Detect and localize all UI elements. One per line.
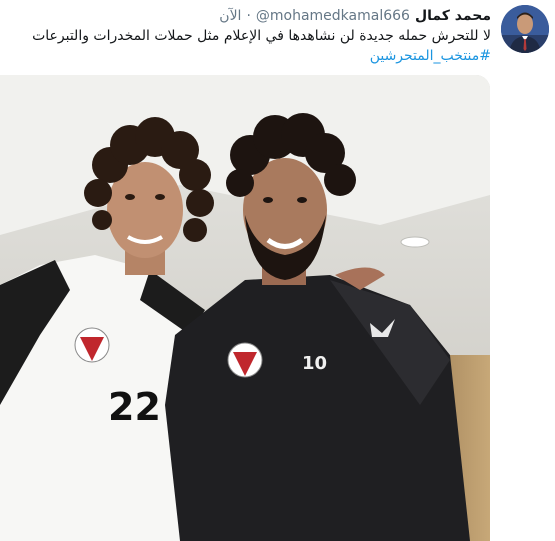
author-display-name[interactable]: محمد كمال xyxy=(415,7,491,25)
tweet-text: لا للتحرش حمله جديدة لن نشاهدها في الإعل… xyxy=(21,26,491,66)
tweet-header: محمد كمال @mohamedkamal666 · الآن xyxy=(219,7,491,25)
hashtag-link[interactable]: #منتخب_المتحرشين xyxy=(370,48,491,64)
author-handle[interactable]: @mohamedkamal666 xyxy=(256,7,410,25)
right-jersey-number: 10 xyxy=(302,353,327,374)
tweet-text-line: لا للتحرش حمله جديدة لن نشاهدها في الإعل… xyxy=(32,28,491,44)
separator-dot: · xyxy=(246,8,251,24)
left-jersey-number: 22 xyxy=(108,385,161,429)
tweet-timestamp[interactable]: الآن xyxy=(219,7,241,25)
tweet-photo[interactable]: 22 10 xyxy=(0,75,490,541)
tweet-card[interactable]: محمد كمال @mohamedkamal666 · الآن لا للت… xyxy=(0,0,555,541)
user-avatar-icon[interactable] xyxy=(501,5,549,53)
